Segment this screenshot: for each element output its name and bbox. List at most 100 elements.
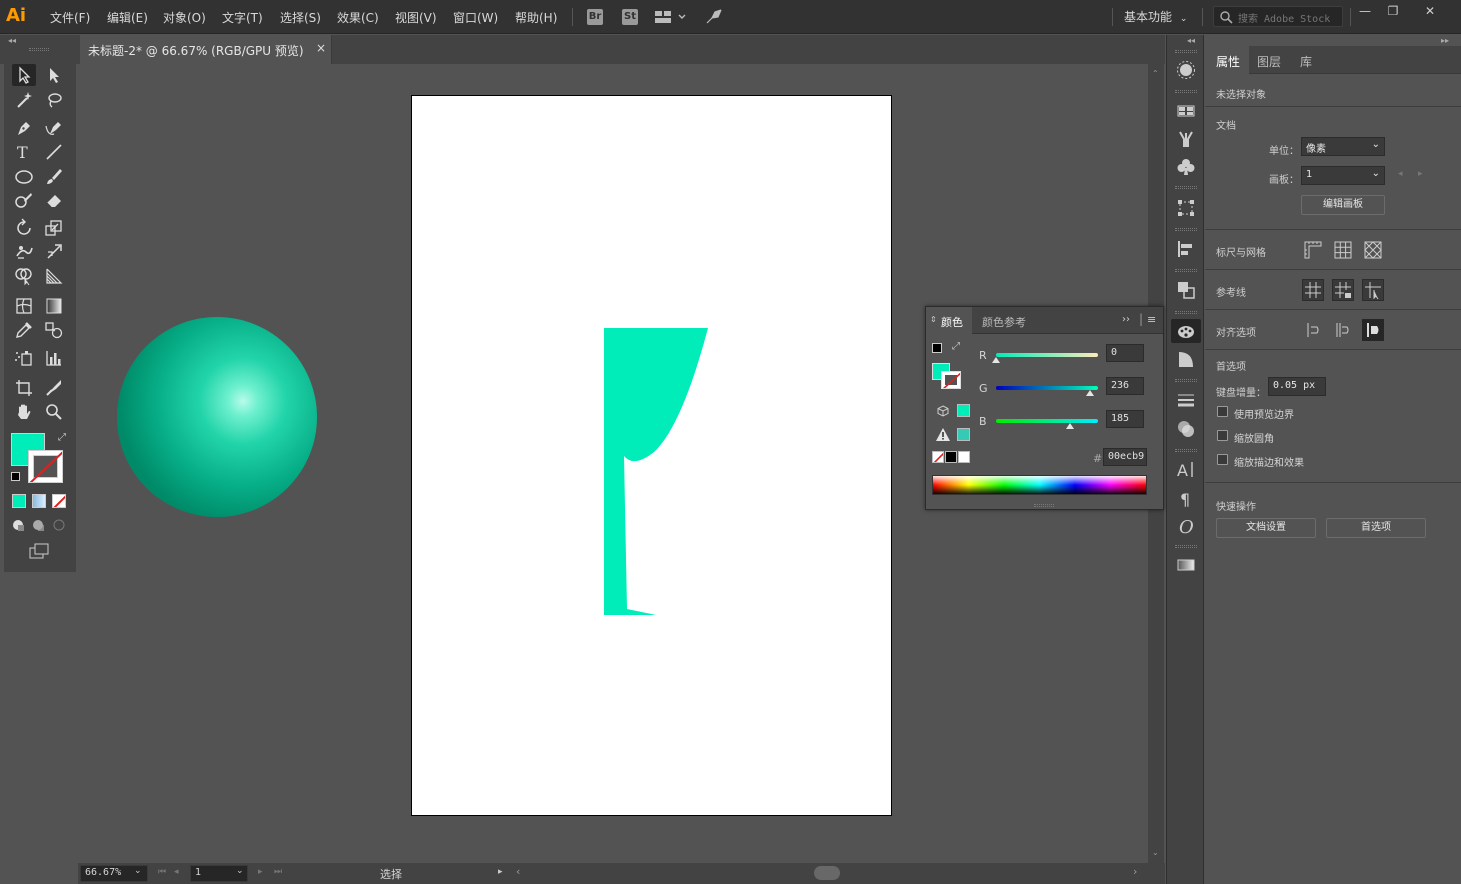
curvature-tool[interactable] xyxy=(42,117,66,139)
color-mode-button[interactable] xyxy=(12,494,26,508)
tab-properties[interactable]: 属性 xyxy=(1216,53,1240,70)
document-setup-button[interactable]: 文档设置 xyxy=(1216,518,1316,538)
gradient-mode-button[interactable] xyxy=(32,494,46,508)
close-tab-button[interactable]: × xyxy=(316,41,326,55)
draw-inside-button[interactable] xyxy=(52,518,66,532)
edit-artboards-button[interactable]: 编辑画板 xyxy=(1301,195,1385,215)
column-graph-tool[interactable] xyxy=(42,347,66,369)
gpu-performance-button[interactable] xyxy=(704,8,724,26)
document-tab[interactable]: 未标题-2* @ 66.67% (RGB/GPU 预览) × xyxy=(80,35,332,64)
out-of-web-gamut-icon[interactable] xyxy=(937,405,949,417)
zoom-dropdown-icon[interactable]: ⌄ xyxy=(134,866,142,876)
status-current-tool[interactable]: 选择 xyxy=(380,866,402,882)
ellipse-tool[interactable] xyxy=(12,165,36,187)
scale-corners-checkbox[interactable] xyxy=(1217,430,1228,441)
strip-grip[interactable] xyxy=(1175,186,1197,189)
close-window-button[interactable]: ✕ xyxy=(1415,0,1445,22)
zoom-tool[interactable] xyxy=(42,401,66,423)
swatches-panel-button[interactable] xyxy=(1176,101,1196,121)
transparency-panel-button[interactable] xyxy=(1176,419,1196,439)
r-slider-track[interactable] xyxy=(996,353,1098,357)
menu-file[interactable]: 文件(F) xyxy=(50,9,90,26)
arrange-documents-button[interactable] xyxy=(655,10,687,24)
snap-to-pixel-button[interactable] xyxy=(1362,319,1384,341)
snap-to-grid-button[interactable] xyxy=(1332,319,1354,341)
artboard-select[interactable]: 1 ⌄ xyxy=(1301,166,1385,185)
smart-guides-button[interactable] xyxy=(1362,279,1384,301)
puppet-warp-tool[interactable] xyxy=(12,241,36,263)
swap-fill-stroke-icon[interactable]: ⤢ xyxy=(58,432,66,443)
panel-stroke-swatch[interactable] xyxy=(941,371,961,389)
mesh-tool[interactable] xyxy=(12,295,36,317)
line-segment-tool[interactable] xyxy=(42,141,66,163)
menu-edit[interactable]: 编辑(E) xyxy=(107,9,148,26)
b-value-field[interactable]: 185 xyxy=(1106,410,1144,428)
shape-builder-tool[interactable] xyxy=(12,265,36,287)
free-transform-tool[interactable] xyxy=(42,241,66,263)
menu-type[interactable]: 文字(T) xyxy=(222,9,263,26)
tab-color[interactable]: ⇕ 颜色 xyxy=(926,307,972,334)
blend-tool[interactable] xyxy=(42,319,66,341)
swap-colors-icon[interactable]: ⤢ xyxy=(952,341,960,352)
out-of-gamut-warning-icon[interactable] xyxy=(935,427,951,442)
panel-resize-grip[interactable] xyxy=(1034,504,1054,507)
menu-help[interactable]: 帮助(H) xyxy=(515,9,557,26)
bridge-button[interactable]: Br xyxy=(587,9,603,25)
menu-effect[interactable]: 效果(C) xyxy=(337,9,379,26)
scroll-left-icon[interactable]: ‹ xyxy=(516,865,520,878)
g-slider-track[interactable] xyxy=(996,386,1098,390)
gradient-panel-button[interactable] xyxy=(1176,555,1196,575)
preferences-button[interactable]: 首选项 xyxy=(1326,518,1426,538)
menu-view[interactable]: 视图(V) xyxy=(395,9,437,26)
horizontal-scroll-thumb[interactable] xyxy=(814,866,840,880)
scale-strokes-checkbox[interactable] xyxy=(1217,454,1228,465)
status-menu-icon[interactable]: ▸ xyxy=(498,867,503,877)
units-select[interactable]: 像素 ⌄ xyxy=(1301,137,1385,156)
direct-selection-tool[interactable] xyxy=(42,64,66,86)
minimize-button[interactable]: — xyxy=(1350,0,1380,22)
align-panel-button[interactable] xyxy=(1176,239,1196,259)
lasso-tool[interactable] xyxy=(42,89,66,111)
toolbox-grip[interactable] xyxy=(29,48,49,51)
symbols-panel-button[interactable] xyxy=(1176,157,1196,177)
strip-grip[interactable] xyxy=(1175,449,1197,452)
none-mode-button[interactable] xyxy=(52,494,66,508)
strip-grip[interactable] xyxy=(1175,269,1197,272)
goblet-half-shape[interactable] xyxy=(412,96,891,815)
artboard-tool[interactable] xyxy=(12,377,36,399)
symbol-sprayer-tool[interactable] xyxy=(12,347,36,369)
color-panel-button[interactable] xyxy=(1171,319,1201,343)
strip-grip[interactable] xyxy=(1175,228,1197,231)
strip-grip[interactable] xyxy=(1175,379,1197,382)
collapse-dock-icon[interactable]: ▸▸ xyxy=(1441,36,1449,45)
menu-select[interactable]: 选择(S) xyxy=(280,9,321,26)
black-swatch[interactable] xyxy=(945,451,957,463)
scroll-up-icon[interactable]: ⌃ xyxy=(1152,69,1159,78)
b-slider-track[interactable] xyxy=(996,419,1098,423)
transparency-grid-button[interactable] xyxy=(1362,239,1384,261)
white-swatch[interactable] xyxy=(958,451,970,463)
perspective-grid-tool[interactable] xyxy=(42,265,66,287)
strip-grip[interactable] xyxy=(1175,311,1197,314)
default-fill-stroke-icon[interactable] xyxy=(11,472,20,481)
slice-tool[interactable] xyxy=(42,377,66,399)
screen-mode-button[interactable] xyxy=(28,542,50,560)
artboard-dropdown-icon[interactable]: ⌄ xyxy=(236,866,244,876)
restore-button[interactable]: ❐ xyxy=(1378,0,1408,22)
draw-normal-button[interactable] xyxy=(12,518,26,532)
hand-tool[interactable] xyxy=(12,401,36,423)
hex-value-field[interactable]: 00ecb9 xyxy=(1103,448,1147,466)
next-artboard-button[interactable]: ▸ xyxy=(1418,169,1423,179)
web-safe-color-swatch[interactable] xyxy=(957,404,970,417)
keyboard-increment-field[interactable]: 0.05 px xyxy=(1268,377,1326,396)
g-value-field[interactable]: 236 xyxy=(1106,377,1144,395)
previous-artboard-icon[interactable]: ◂ xyxy=(174,867,179,877)
menu-window[interactable]: 窗口(W) xyxy=(453,9,498,26)
gradient-sphere-artwork[interactable] xyxy=(116,316,320,520)
pen-tool[interactable] xyxy=(12,117,36,139)
stroke-panel-button[interactable] xyxy=(1176,390,1196,410)
color-spectrum-bar[interactable] xyxy=(932,475,1147,495)
color-guide-panel-button[interactable] xyxy=(1176,349,1196,369)
r-slider-thumb[interactable] xyxy=(992,357,1000,363)
transform-panel-button[interactable] xyxy=(1176,198,1196,218)
